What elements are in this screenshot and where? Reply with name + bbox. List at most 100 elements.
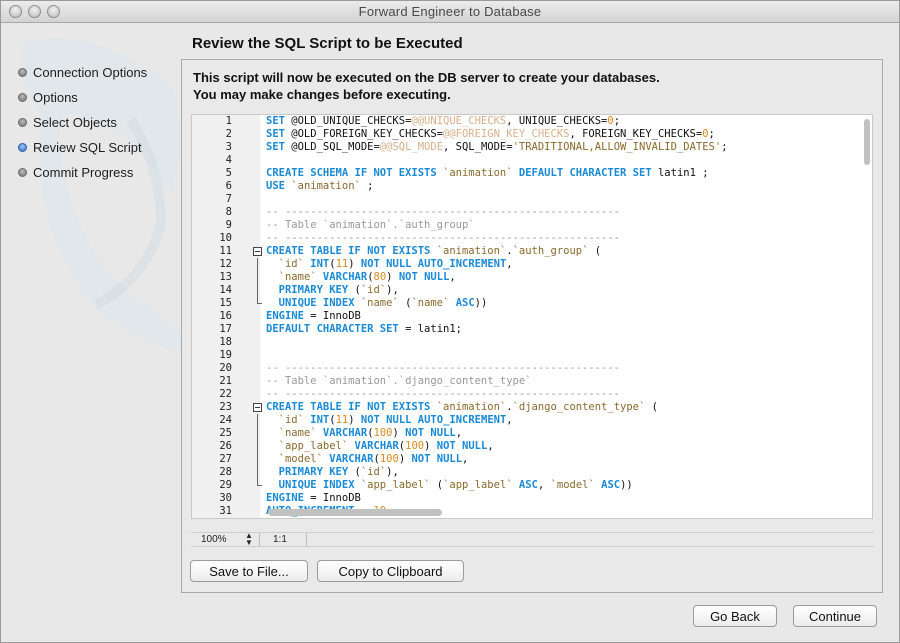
sidebar-step-label: Connection Options	[33, 65, 148, 80]
code-line: 32	[192, 518, 872, 519]
copy-to-clipboard-button[interactable]: Copy to Clipboard	[317, 560, 464, 582]
code-line: 6 USE `animation` ;	[192, 180, 872, 193]
intro-text: This script will now be executed on the …	[193, 69, 660, 103]
fold-guide	[253, 427, 262, 440]
code-text: UNIQUE INDEX `app_label` (`app_label` AS…	[278, 479, 633, 491]
zoom-stepper-icon[interactable]: ▲ ▼	[245, 532, 253, 547]
fold-guide	[253, 271, 262, 284]
active-step-bullet-icon	[18, 143, 27, 152]
fold-collapse-icon[interactable]	[253, 245, 262, 258]
code-text: -- -------------------------------------…	[266, 206, 621, 218]
line-number: 18	[219, 336, 232, 348]
sidebar-step-label: Options	[33, 90, 78, 105]
sidebar-step: Options	[18, 85, 147, 110]
line-number: 6	[225, 180, 232, 192]
line-number: 17	[219, 323, 232, 335]
code-line: 16 ENGINE = InnoDB	[192, 310, 872, 323]
code-line: 12 `id` INT(11) NOT NULL AUTO_INCREMENT,	[192, 258, 872, 271]
code-line: 19	[192, 349, 872, 362]
code-text: CREATE SCHEMA IF NOT EXISTS `animation` …	[266, 167, 709, 179]
code-line: 20 -- -----------------------------------…	[192, 362, 872, 375]
line-number: 5	[225, 167, 232, 179]
intro-line-1: This script will now be executed on the …	[193, 70, 660, 85]
code-text: -- Table `animation`.`auth_group`	[266, 219, 475, 231]
code-line: 25 `name` VARCHAR(100) NOT NULL,	[192, 427, 872, 440]
sidebar-step-label: Select Objects	[33, 115, 117, 130]
code-line: 10 -- -----------------------------------…	[192, 232, 872, 245]
sidebar-step: Connection Options	[18, 60, 147, 85]
line-number: 10	[219, 232, 232, 244]
line-number: 4	[225, 154, 232, 166]
code-line: 24 `id` INT(11) NOT NULL AUTO_INCREMENT,	[192, 414, 872, 427]
code-line: 7	[192, 193, 872, 206]
code-text: `name` VARCHAR(80) NOT NULL,	[278, 271, 456, 283]
sidebar-step: Select Objects	[18, 110, 147, 135]
zoom-select[interactable]: 100%	[201, 534, 227, 545]
code-text: `model` VARCHAR(100) NOT NULL,	[278, 453, 469, 465]
code-line: 1 SET @OLD_UNIQUE_CHECKS=@@UNIQUE_CHECKS,…	[192, 115, 872, 128]
sidebar-step: Commit Progress	[18, 160, 147, 185]
line-number: 14	[219, 284, 232, 296]
code-text: CREATE TABLE IF NOT EXISTS `animation`.`…	[266, 245, 602, 257]
code-line: 5 CREATE SCHEMA IF NOT EXISTS `animation`…	[192, 167, 872, 180]
code-text: -- Table `animation`.`django_content_typ…	[266, 375, 532, 387]
status-divider	[306, 533, 307, 546]
line-number: 31	[219, 505, 232, 517]
code-line: 22 -- -----------------------------------…	[192, 388, 872, 401]
line-number: 28	[219, 466, 232, 478]
line-number: 12	[219, 258, 232, 270]
code-line: 28 PRIMARY KEY (`id`),	[192, 466, 872, 479]
code-line: 18	[192, 336, 872, 349]
line-number: 2	[225, 128, 232, 140]
line-number: 19	[219, 349, 232, 361]
status-divider	[259, 533, 260, 546]
line-number: 9	[225, 219, 232, 231]
code-text: UNIQUE INDEX `name` (`name` ASC))	[278, 297, 488, 309]
fold-guide	[253, 284, 262, 297]
step-bullet-icon	[18, 68, 27, 77]
sql-code[interactable]: 1 SET @OLD_UNIQUE_CHECKS=@@UNIQUE_CHECKS,…	[192, 115, 872, 519]
line-number: 15	[219, 297, 232, 309]
line-number: 20	[219, 362, 232, 374]
line-number: 30	[219, 492, 232, 504]
line-number: 32	[192, 518, 232, 519]
code-text: `id` INT(11) NOT NULL AUTO_INCREMENT,	[278, 258, 513, 270]
fold-guide	[253, 440, 262, 453]
code-line: 23 CREATE TABLE IF NOT EXISTS `animation`…	[192, 401, 872, 414]
wizard-sidebar: Connection Options Options Select Objects R…	[1, 24, 181, 604]
vertical-scrollbar[interactable]	[864, 119, 870, 165]
go-back-button[interactable]: Go Back	[693, 605, 777, 627]
code-text: `id` INT(11) NOT NULL AUTO_INCREMENT,	[278, 414, 513, 426]
title-bar: Forward Engineer to Database	[1, 1, 899, 23]
step-bullet-icon	[18, 168, 27, 177]
fold-collapse-icon[interactable]	[253, 401, 262, 414]
line-number: 23	[219, 401, 232, 413]
code-line: 3 SET @OLD_SQL_MODE=@@SQL_MODE, SQL_MODE=…	[192, 141, 872, 154]
fold-guide	[253, 297, 262, 310]
horizontal-scrollbar[interactable]	[268, 509, 442, 516]
code-line: 30 ENGINE = InnoDB	[192, 492, 872, 505]
continue-button[interactable]: Continue	[793, 605, 877, 627]
save-to-file-button[interactable]: Save to File...	[190, 560, 308, 582]
code-line: 14 PRIMARY KEY (`id`),	[192, 284, 872, 297]
sql-script-editor[interactable]: 1 SET @OLD_UNIQUE_CHECKS=@@UNIQUE_CHECKS,…	[191, 114, 873, 519]
window-title: Forward Engineer to Database	[358, 4, 542, 19]
code-line: 11 CREATE TABLE IF NOT EXISTS `animation`…	[192, 245, 872, 258]
code-text: -- -------------------------------------…	[266, 388, 621, 400]
step-bullet-icon	[18, 93, 27, 102]
code-line: 9 -- Table `animation`.`auth_group`	[192, 219, 872, 232]
line-number: 13	[219, 271, 232, 283]
code-line: 26 `app_label` VARCHAR(100) NOT NULL,	[192, 440, 872, 453]
code-line: 21 -- Table `animation`.`django_content_t…	[192, 375, 872, 388]
code-text: PRIMARY KEY (`id`),	[278, 466, 399, 478]
intro-line-2: You may make changes before executing.	[193, 87, 451, 102]
line-number: 8	[225, 206, 232, 218]
code-text: SET @OLD_SQL_MODE=@@SQL_MODE, SQL_MODE='…	[266, 141, 728, 153]
code-text: -- -------------------------------------…	[266, 232, 621, 244]
code-text: -- -------------------------------------…	[266, 362, 621, 374]
sidebar-step-label: Review SQL Script	[33, 140, 142, 155]
code-text: ENGINE = InnoDB	[266, 310, 361, 322]
code-line: 15 UNIQUE INDEX `name` (`name` ASC))	[192, 297, 872, 310]
code-text: ENGINE = InnoDB	[266, 492, 361, 504]
code-text: CREATE TABLE IF NOT EXISTS `animation`.`…	[266, 401, 658, 413]
